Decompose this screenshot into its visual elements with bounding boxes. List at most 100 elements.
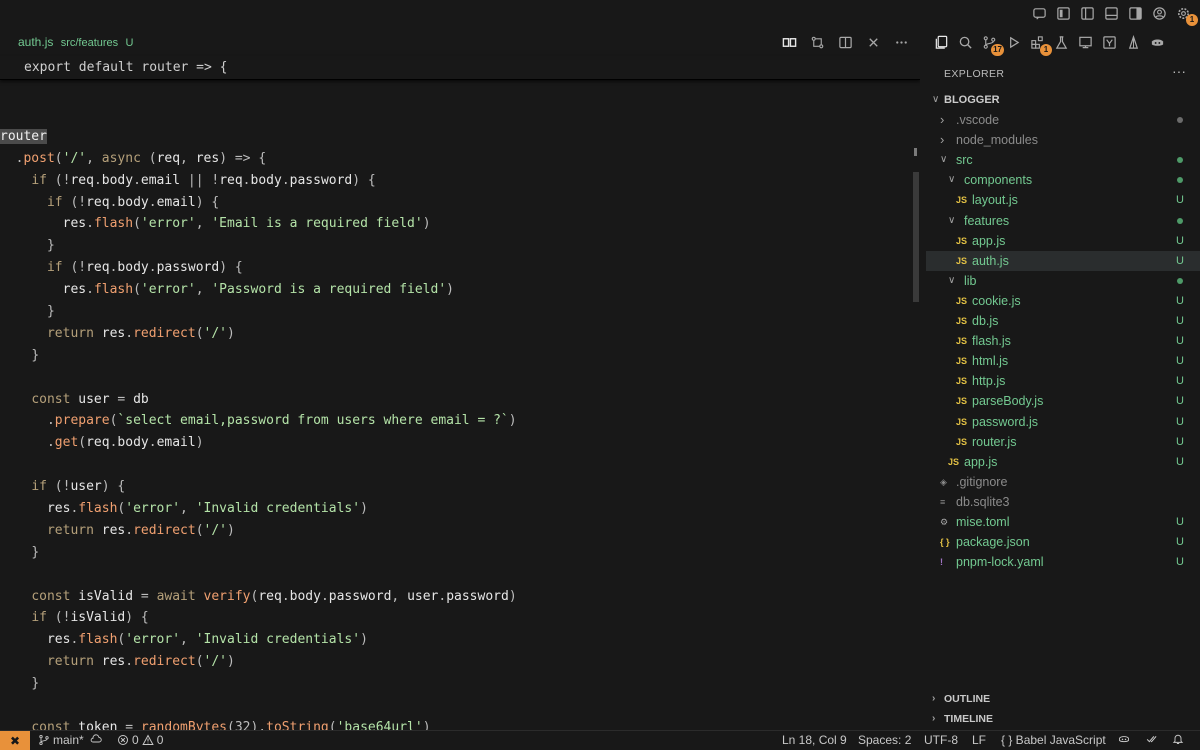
editor-tab[interactable]: auth.js src/features U [18, 35, 133, 49]
sidebar-right-icon[interactable] [1126, 4, 1144, 22]
file-item[interactable]: ! pnpm-lock.yaml U [926, 552, 1200, 572]
sidebar-left-icon[interactable] [1078, 4, 1096, 22]
run-debug-icon[interactable] [1004, 32, 1022, 52]
code-line[interactable]: router [0, 126, 910, 148]
root-folder[interactable]: ∨ BLOGGER [926, 90, 1200, 110]
code-line[interactable]: const user = db [0, 389, 910, 411]
split-editor-icon[interactable] [836, 33, 854, 51]
file-item[interactable]: JS parseBody.js U [926, 391, 1200, 411]
file-item[interactable]: JS auth.js U [926, 250, 1200, 271]
file-item[interactable]: ≡ db.sqlite3 [926, 492, 1200, 512]
notifications-button[interactable] [1172, 733, 1184, 745]
file-item[interactable]: ⚙ mise.toml U [926, 512, 1200, 532]
file-item[interactable]: JS layout.js U [926, 190, 1200, 210]
explorer-more-button[interactable]: ··· [1172, 63, 1186, 79]
code-line[interactable]: } [0, 542, 910, 564]
code-line[interactable] [0, 454, 910, 476]
account-icon[interactable] [1150, 4, 1168, 22]
code-line[interactable]: res.flash('error', 'Password is a requir… [0, 279, 910, 301]
code-line[interactable]: res.flash('error', 'Email is a required … [0, 213, 910, 235]
code-line[interactable] [0, 564, 910, 586]
branch-indicator[interactable]: main* [38, 733, 84, 747]
file-item[interactable]: JS cookie.js U [926, 291, 1200, 311]
code-line[interactable]: return res.redirect('/') [0, 323, 910, 345]
scrollbar-thumb[interactable] [913, 172, 919, 302]
settings-icon[interactable]: 1 [1174, 4, 1198, 26]
sticky-scroll-line[interactable]: export default router => { [0, 56, 920, 80]
search-icon[interactable] [956, 32, 974, 52]
code-line[interactable]: } [0, 345, 910, 367]
copilot-icon[interactable] [1030, 4, 1048, 22]
file-item[interactable]: { } package.json U [926, 532, 1200, 552]
code-line[interactable]: if (!isValid) { [0, 607, 910, 629]
file-item[interactable]: JS password.js U [926, 412, 1200, 432]
code-line[interactable] [0, 367, 910, 389]
file-item[interactable]: JS http.js U [926, 371, 1200, 391]
code-line[interactable]: const token = randomBytes(32).toString('… [0, 717, 910, 730]
folder-item[interactable]: › .vscode [926, 110, 1200, 130]
editor-area[interactable]: auth.js src/features U export default ro… [0, 30, 920, 730]
format-status[interactable] [1146, 733, 1158, 745]
code-line[interactable]: if (!req.body.email || !req.body.passwor… [0, 170, 910, 192]
panel-icon[interactable] [1102, 4, 1120, 22]
code-line[interactable]: res.flash('error', 'Invalid credentials'… [0, 498, 910, 520]
code-line[interactable]: const isValid = await verify(req.body.pa… [0, 586, 910, 608]
extensions-icon[interactable]: 1 [1028, 32, 1052, 56]
cursor-position[interactable]: Ln 18, Col 9 [782, 733, 847, 747]
database-file-icon: ≡ [940, 496, 946, 507]
language-mode[interactable]: { } Babel JavaScript [1001, 733, 1106, 747]
javascript-file-icon: JS [956, 376, 968, 387]
source-control-icon[interactable]: 17 [980, 32, 1004, 56]
remote-indicator[interactable]: ✖ [0, 731, 30, 750]
code-line[interactable]: .prepare(`select email,password from use… [0, 410, 910, 432]
copilot-status[interactable] [1118, 733, 1130, 745]
end-of-line[interactable]: LF [972, 733, 986, 747]
folder-item[interactable]: › node_modules [926, 130, 1200, 150]
compare-changes-icon[interactable] [808, 33, 826, 51]
encoding[interactable]: UTF-8 [924, 733, 958, 747]
remote-explorer-icon[interactable] [1076, 32, 1094, 52]
file-tree: ∨ BLOGGER › .vscode › node_modules ∨ src ∨ comp… [926, 90, 1200, 572]
code-line[interactable]: .post('/', async (req, res) => { [0, 148, 910, 170]
outline-section[interactable]: › OUTLINE [926, 689, 1200, 709]
chevron-down-icon: ∨ [948, 214, 956, 226]
file-item[interactable]: JS router.js U [926, 432, 1200, 452]
folder-item[interactable]: ∨ src [926, 150, 1200, 170]
code-line[interactable]: .get(req.body.email) [0, 432, 910, 454]
code-line[interactable]: } [0, 673, 910, 695]
sync-button[interactable] [90, 733, 102, 745]
diff-icon[interactable] [780, 33, 798, 51]
file-item[interactable]: JS flash.js U [926, 331, 1200, 351]
folder-item[interactable]: ∨ features [926, 211, 1200, 231]
file-item[interactable]: JS app.js U [926, 452, 1200, 472]
tree-item-label: db.sqlite3 [956, 494, 1010, 509]
code-line[interactable]: if (!req.body.password) { [0, 257, 910, 279]
close-icon[interactable] [864, 33, 882, 51]
code-line[interactable]: if (!user) { [0, 476, 910, 498]
timeline-section[interactable]: › TIMELINE [926, 709, 1200, 729]
code-line[interactable] [0, 104, 910, 126]
code-editor[interactable]: router .post('/', async (req, res) => { … [0, 104, 910, 730]
code-line[interactable]: if (!req.body.email) { [0, 192, 910, 214]
file-item[interactable]: JS app.js U [926, 231, 1200, 251]
code-line[interactable]: return res.redirect('/') [0, 651, 910, 673]
code-line[interactable]: return res.redirect('/') [0, 520, 910, 542]
gitlens-icon[interactable] [1100, 32, 1118, 52]
problems-indicator[interactable]: 0 0 [117, 733, 163, 747]
deploy-icon[interactable] [1124, 32, 1142, 52]
file-item[interactable]: JS html.js U [926, 351, 1200, 371]
code-line[interactable]: res.flash('error', 'Invalid credentials'… [0, 629, 910, 651]
more-actions-icon[interactable] [892, 33, 910, 51]
code-line[interactable] [0, 695, 910, 717]
explorer-icon[interactable] [932, 32, 950, 52]
layout-icon[interactable] [1054, 4, 1072, 22]
code-line[interactable]: } [0, 301, 910, 323]
testing-icon[interactable] [1052, 32, 1070, 52]
file-item[interactable]: ◈ .gitignore [926, 472, 1200, 492]
copilot-chat-icon[interactable] [1148, 32, 1166, 52]
indentation[interactable]: Spaces: 2 [858, 733, 911, 747]
code-line[interactable]: } [0, 235, 910, 257]
folder-item[interactable]: ∨ components [926, 170, 1200, 190]
folder-item[interactable]: ∨ lib [926, 271, 1200, 291]
file-item[interactable]: JS db.js U [926, 311, 1200, 331]
